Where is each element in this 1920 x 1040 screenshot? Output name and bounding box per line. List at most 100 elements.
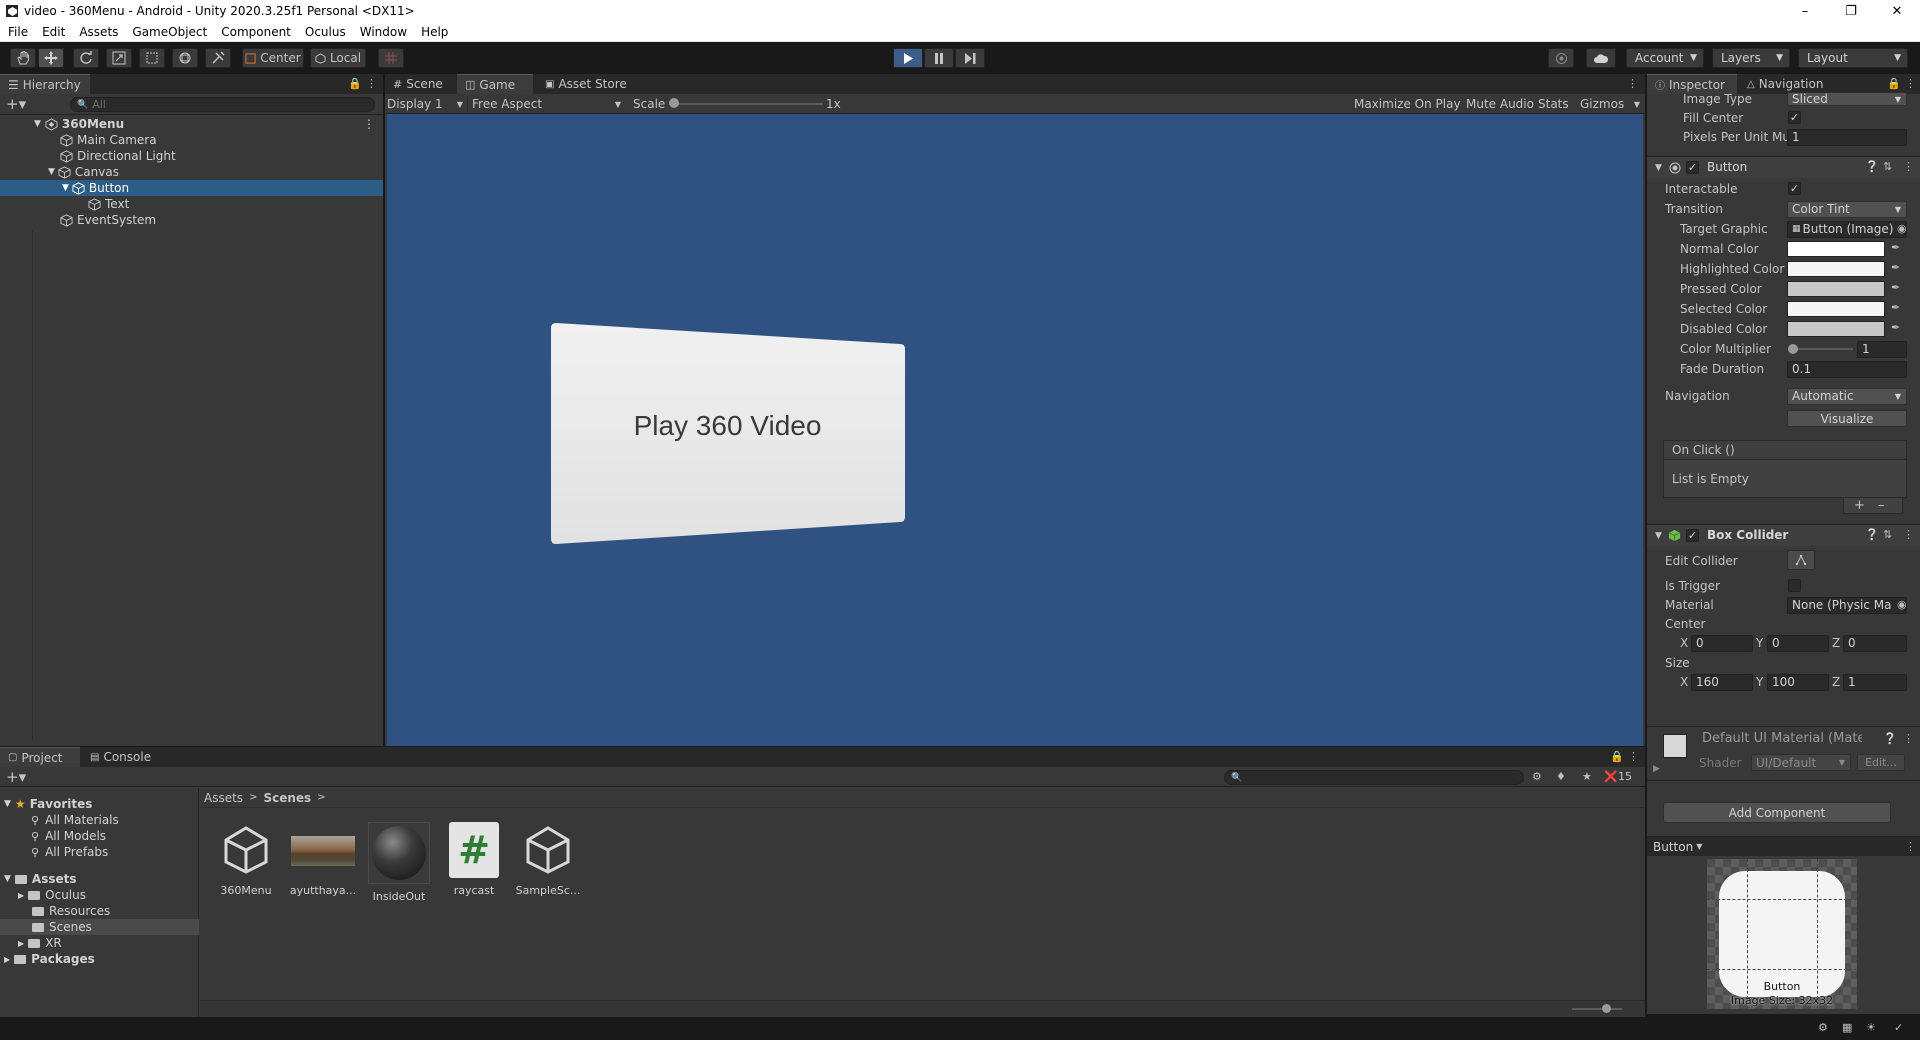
mute-audio-toggle[interactable]: Mute Audio [1466,97,1534,111]
size-x-field[interactable]: 160 [1691,673,1753,691]
visualize-button[interactable]: Visualize [1787,410,1907,427]
breadcrumb-assets[interactable]: Assets [204,791,243,805]
aspect-dropdown[interactable]: Free Aspect ▼ [467,96,625,112]
hierarchy-item-directional-light[interactable]: Directional Light [0,148,383,164]
menu-edit[interactable]: Edit [34,25,71,39]
component-enabled-checkbox[interactable]: ✓ [1686,161,1699,174]
cache-icon[interactable]: ▦ [1842,1021,1852,1034]
hierarchy-item-text[interactable]: Text [0,196,383,212]
eyedropper-icon[interactable]: ✒ [1891,301,1900,314]
component-enabled-checkbox[interactable]: ✓ [1686,529,1699,542]
fill-center-checkbox[interactable]: ✓ [1788,111,1801,124]
lock-icon[interactable]: 🔒 [1887,77,1901,90]
expand-arrow-icon[interactable]: ▶ [4,955,10,964]
tab-console[interactable]: ▤ Console [82,747,162,767]
lock-icon[interactable]: 🔒 [348,77,362,90]
help-icon[interactable]: ❔ [1865,528,1879,541]
scale-slider-thumb[interactable] [669,98,679,108]
help-icon[interactable]: ❔ [1865,160,1879,173]
target-graphic-field[interactable]: ▦ Button (Image) [1787,220,1907,238]
multiplier-slider-track[interactable] [1793,348,1853,350]
interactable-checkbox[interactable]: ✓ [1788,182,1801,195]
bug-icon[interactable]: ⚙ [1818,1021,1828,1034]
shader-dropdown[interactable]: UI/Default ▼ [1751,754,1851,771]
image-type-dropdown[interactable]: Sliced ▼ [1787,92,1907,106]
more-options-icon[interactable]: ⋮ [366,77,377,90]
custom-tool-icon[interactable] [205,48,231,68]
label-icon[interactable]: ♦ [1556,770,1566,783]
assets-root-row[interactable]: ▼ Assets [0,871,199,887]
object-picker-icon[interactable]: ◉ [1897,598,1907,611]
asset-samplescene[interactable]: SampleSc... [513,822,583,897]
icon-size-slider-track[interactable] [1572,1008,1622,1010]
eyedropper-icon[interactable]: ✒ [1891,281,1900,294]
menu-gameobject[interactable]: GameObject [124,25,213,39]
favorite-item-all-models[interactable]: ⚲ All Models [0,828,199,844]
close-icon[interactable]: ✕ [1874,0,1920,22]
tab-game[interactable]: ◫ Game [457,74,533,94]
multiplier-slider-thumb[interactable] [1788,344,1798,354]
hierarchy-item-eventsystem[interactable]: EventSystem [0,212,383,228]
maximize-on-play-toggle[interactable]: Maximize On Play [1354,97,1461,111]
add-icon[interactable]: +▾ [6,768,26,786]
expand-arrow-icon[interactable]: ▼ [4,874,11,884]
shader-edit-button[interactable]: Edit... [1857,754,1905,771]
minus-icon[interactable]: – [1878,498,1885,513]
collab-icon[interactable] [1548,48,1574,68]
favorite-item-all-prefabs[interactable]: ⚲ All Prefabs [0,844,199,860]
menu-help[interactable]: Help [413,25,454,39]
preset-icon[interactable]: ⇅ [1883,528,1892,541]
rect-tool-icon[interactable] [139,48,165,68]
asset-360menu[interactable]: 360Menu [211,822,281,897]
edit-collider-button[interactable] [1787,550,1815,570]
display-dropdown[interactable]: Display 1 ▼ [387,96,463,112]
help-icon[interactable]: ❔ [1883,732,1897,745]
transition-dropdown[interactable]: Color Tint ▼ [1787,200,1907,218]
tab-hierarchy[interactable]: ☰ Hierarchy [0,74,90,94]
move-tool-icon[interactable] [38,48,64,68]
game-viewport[interactable]: Play 360 Video [387,114,1643,746]
ppu-field[interactable]: 1 [1787,128,1907,146]
icon-size-slider-thumb[interactable] [1602,1004,1611,1013]
more-options-icon[interactable]: ⋮ [1627,77,1638,90]
layers-dropdown[interactable]: Layers ▼ [1712,48,1790,68]
folder-scenes[interactable]: Scenes [0,919,199,935]
auto-generate-lighting-icon[interactable]: ☀ [1866,1021,1876,1034]
cloud-icon[interactable] [1586,48,1616,68]
hand-tool-icon[interactable] [10,48,36,68]
menu-assets[interactable]: Assets [71,25,124,39]
favorites-row[interactable]: ▼ ★ Favorites [0,796,199,812]
favorite-item-all-materials[interactable]: ⚲ All Materials [0,812,199,828]
scale-tool-icon[interactable] [106,48,132,68]
object-picker-icon[interactable]: ◉ [1897,222,1907,235]
navigation-dropdown[interactable]: Automatic ▼ [1787,387,1907,405]
expand-arrow-icon[interactable]: ▼ [62,183,69,193]
restore-icon[interactable]: ❐ [1828,0,1874,22]
stats-toggle[interactable]: Stats [1538,97,1569,111]
hierarchy-item-button[interactable]: ▼ Button [0,180,383,196]
expand-arrow-icon[interactable]: ▶ [18,891,24,900]
folder-resources[interactable]: Resources [0,903,199,919]
hierarchy-search-input[interactable]: 🔍 All [70,97,375,112]
add-component-button[interactable]: Add Component [1663,802,1891,823]
more-options-icon[interactable]: ⋮ [1905,77,1916,90]
preset-icon[interactable]: ⇅ [1883,160,1892,173]
expand-arrow-icon[interactable]: ▼ [4,799,11,809]
highlighted-color-swatch[interactable] [1787,261,1885,277]
folder-xr[interactable]: ▶ XR [0,935,199,951]
hierarchy-item-360menu[interactable]: ▼ 360Menu ⋮ [0,116,383,132]
more-options-icon[interactable]: ⋮ [363,117,375,131]
account-dropdown[interactable]: Account ▼ [1626,48,1704,68]
menu-file[interactable]: File [0,25,34,39]
folder-oculus[interactable]: ▶ Oculus [0,887,199,903]
center-x-field[interactable]: 0 [1691,634,1753,652]
expand-arrow-icon[interactable]: ▼ [1655,531,1662,541]
button-component-header[interactable]: ▼ ✓ Button ❔ ⇅ ⋮ [1647,156,1920,178]
scale-slider-track[interactable] [673,103,823,105]
star-icon[interactable]: ★ [1582,770,1592,783]
more-options-icon[interactable]: ⋮ [1628,750,1639,763]
more-options-icon[interactable]: ⋮ [1903,528,1914,541]
gizmos-dropdown[interactable]: Gizmos ▼ [1580,96,1642,112]
search-by-type-icon[interactable]: ⚙ [1532,770,1542,783]
tab-scene[interactable]: # Scene [385,74,457,94]
